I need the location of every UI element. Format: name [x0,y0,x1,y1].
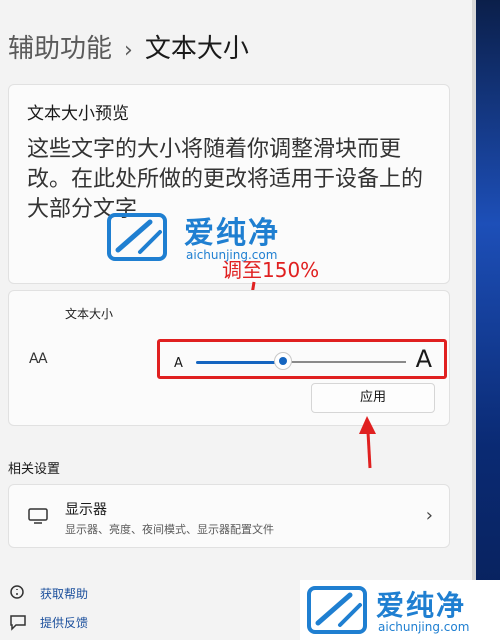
text-size-slider[interactable]: A A [157,339,447,379]
give-feedback-link[interactable]: 提供反馈 [40,614,88,631]
get-help-link[interactable]: 获取帮助 [40,585,88,602]
chevron-right-icon: › [425,505,433,526]
breadcrumb-separator: › [124,38,133,63]
watermark-corner-logo-icon [307,586,367,634]
slider-track-empty [288,361,406,363]
feedback-icon [10,615,26,631]
slider-track-filled [196,361,284,364]
annotation-text: 调至150% [222,258,320,282]
help-icon [10,585,24,599]
watermark-corner-url: aichunjing.com [378,620,470,634]
watermark-name: 爱纯净 [184,216,280,251]
slider-thumb[interactable] [274,352,292,370]
related-settings-heading: 相关设置 [8,462,61,477]
text-size-icon: AA [29,351,48,367]
watermark-corner-name: 爱纯净 [376,589,467,622]
breadcrumb: 辅助功能 › 文本大小 [8,28,249,65]
watermark-logo-icon [107,213,167,261]
breadcrumb-parent[interactable]: 辅助功能 [8,34,112,64]
preview-title: 文本大小预览 [27,104,129,124]
slider-min-label: A [174,356,183,371]
display-subtitle: 显示器、亮度、夜间模式、显示器配置文件 [65,523,274,536]
display-title: 显示器 [65,502,107,518]
watermark-corner: 爱纯净 aichunjing.com [300,580,500,640]
apply-button[interactable]: 应用 [311,383,435,413]
page-title: 文本大小 [144,34,249,64]
display-settings-item[interactable]: 显示器 显示器、亮度、夜间模式、显示器配置文件 › [8,484,450,548]
monitor-icon [28,508,48,524]
annotation-arrow-up-icon [359,416,376,469]
slider-max-label: A [415,345,432,373]
desktop-background-edge [472,0,500,640]
text-size-label: 文本大小 [65,307,114,321]
text-size-card: 文本大小 AA A A 应用 [8,290,450,426]
